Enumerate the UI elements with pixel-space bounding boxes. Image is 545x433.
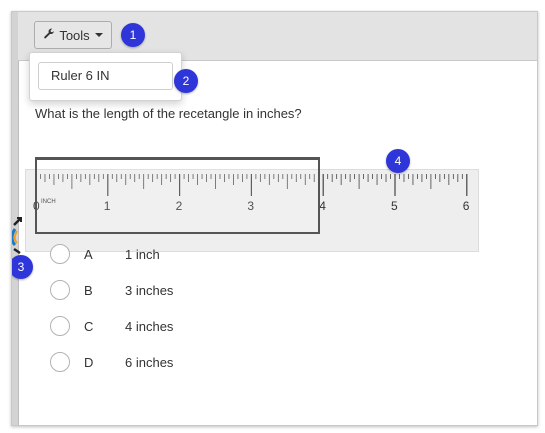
callout-badge-4: 4 <box>386 149 410 173</box>
option-c[interactable]: C 4 inches <box>50 314 350 338</box>
tools-button[interactable]: Tools <box>34 21 112 49</box>
tools-dropdown: Ruler 6 IN <box>29 52 182 101</box>
radio-d[interactable] <box>50 352 70 372</box>
rotate-handle-icon[interactable] <box>12 215 24 255</box>
question-text: What is the length of the recetangle in … <box>35 106 302 121</box>
option-b[interactable]: B 3 inches <box>50 278 350 302</box>
option-letter: D <box>84 354 94 370</box>
callout-badge-1: 1 <box>121 23 145 47</box>
tools-button-label: Tools <box>59 27 90 43</box>
option-text: 1 inch <box>125 246 160 262</box>
radio-a[interactable] <box>50 244 70 264</box>
option-letter: A <box>84 246 93 262</box>
ruler-label: 5 <box>391 199 398 213</box>
radio-c[interactable] <box>50 316 70 336</box>
screenshot-frame: Tools 1 What is the length of the receta… <box>0 0 545 433</box>
ruler-label: 4 <box>319 199 326 213</box>
option-letter: B <box>84 282 93 298</box>
radio-b[interactable] <box>50 280 70 300</box>
option-text: 3 inches <box>125 282 174 298</box>
wrench-icon <box>43 28 55 43</box>
ruler-menu-item[interactable]: Ruler 6 IN <box>38 62 173 90</box>
measured-rectangle <box>35 157 320 234</box>
caret-down-icon <box>94 33 103 37</box>
option-letter: C <box>84 318 94 334</box>
callout-badge-2: 2 <box>174 69 198 93</box>
option-text: 4 inches <box>125 318 174 334</box>
ruler-label: 6 <box>463 199 470 213</box>
assessment-canvas: Tools 1 What is the length of the receta… <box>11 11 538 426</box>
option-d[interactable]: D 6 inches <box>50 350 350 374</box>
option-text: 6 inches <box>125 354 174 370</box>
option-a[interactable]: A 1 inch <box>50 242 350 266</box>
callout-badge-3: 3 <box>12 255 33 279</box>
